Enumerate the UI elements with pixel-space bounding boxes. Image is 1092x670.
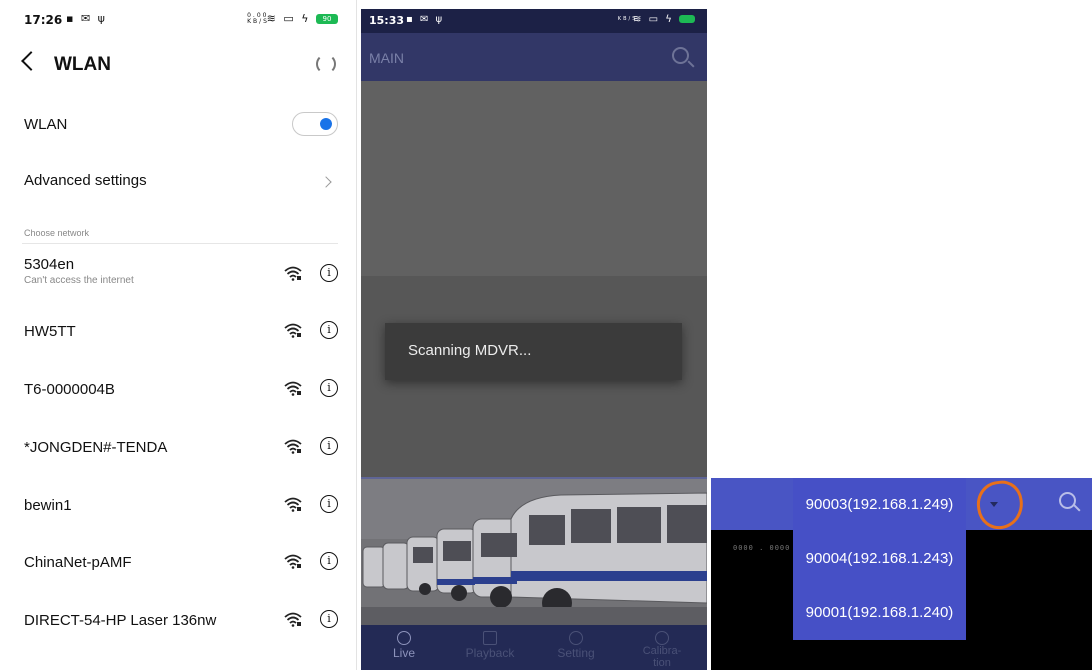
advanced-settings-label: Advanced settings [24, 172, 147, 189]
network-row[interactable]: 5304en Can't access the internet i [0, 254, 356, 312]
app-bar-title: MAIN [369, 50, 404, 66]
status-time: 17:26 [24, 13, 63, 27]
section-header: Choose network [24, 228, 90, 238]
system-icons: 0.00 KB/S ≋ ▭ ϟ 90 [247, 12, 338, 25]
network-name: *JONGDEN#-TENDA [24, 439, 168, 456]
search-icon[interactable] [1059, 492, 1076, 509]
nav-setting[interactable]: Setting [533, 625, 619, 670]
nav-playback[interactable]: Playback [447, 625, 533, 670]
battery-icon: 90 [316, 14, 338, 24]
network-name: bewin1 [24, 497, 72, 514]
battery-icon [679, 15, 695, 23]
device-option[interactable]: 90003(192.168.1.249) [793, 478, 966, 532]
wifi-signal-icon [284, 381, 302, 399]
info-icon[interactable]: i [320, 610, 338, 628]
background-text: 0000 . 0000 . [733, 544, 801, 552]
target-icon [655, 631, 669, 645]
wifi-status-icon: ≋ [632, 14, 644, 25]
charging-icon: ϟ [301, 12, 311, 25]
network-row[interactable]: HW5TT i [0, 311, 356, 369]
image-icon [483, 631, 497, 645]
bus-illustration [361, 479, 707, 625]
network-row[interactable]: DIRECT-54-HP Laser 136nw i [0, 600, 356, 658]
scanning-dialog: Scanning MDVR... [385, 323, 682, 380]
advanced-settings-row[interactable]: Advanced settings [0, 162, 356, 200]
charging-icon: ϟ [665, 14, 674, 25]
nav-calibration-label: Calibra- tion [642, 645, 682, 669]
info-icon[interactable]: i [320, 552, 338, 570]
wifi-signal-icon [284, 266, 302, 284]
status-bar: 17:26 ▪ ✉ ψ 0.00 KB/S ≋ ▭ ϟ 90 [0, 0, 356, 40]
wifi-signal-icon [284, 323, 302, 341]
network-row[interactable]: ChinaNet-pAMF i [0, 542, 356, 600]
network-speed: KB/S [617, 15, 638, 22]
wifi-signal-icon [284, 554, 302, 572]
wlan-toggle-switch[interactable] [292, 112, 338, 136]
wifi-signal-icon [284, 497, 302, 515]
screen-icon: ▭ [283, 12, 296, 25]
system-icons: KB/S ≋ ▭ ϟ [618, 14, 695, 25]
info-icon[interactable]: i [320, 264, 338, 282]
wlan-toggle-row[interactable]: WLAN [0, 106, 356, 144]
network-row[interactable]: bewin1 i [0, 485, 356, 543]
network-status: Can't access the internet [24, 275, 134, 286]
header: WLAN [0, 48, 356, 84]
app-bar: MAIN [361, 33, 707, 81]
info-icon[interactable]: i [320, 495, 338, 513]
notification-icons: ▪ ✉ ψ [66, 12, 107, 25]
main-screen: 15:33 ▪ ✉ ψ KB/S ≋ ▭ ϟ MAIN Live Playbac… [361, 9, 707, 670]
wifi-signal-icon [284, 439, 302, 457]
wifi-signal-icon [284, 612, 302, 630]
bottom-navigation: Live Playback Setting Calibra- tion [361, 625, 707, 670]
info-icon[interactable]: i [320, 321, 338, 339]
device-option[interactable]: 90004(192.168.1.243) [793, 532, 966, 586]
nav-live-label: Live [392, 646, 415, 660]
chevron-right-icon [320, 176, 332, 188]
nav-live[interactable]: Live [361, 625, 447, 670]
device-dropdown-list[interactable]: 90003(192.168.1.249) 90004(192.168.1.243… [793, 478, 966, 640]
network-name: 5304en [24, 256, 75, 273]
network-name: T6-0000004B [24, 381, 115, 398]
scanning-message: Scanning MDVR... [408, 342, 532, 359]
divider [22, 243, 338, 244]
gear-icon [569, 631, 583, 645]
network-name: ChinaNet-pAMF [24, 554, 132, 571]
back-arrow-icon[interactable] [21, 51, 41, 71]
screen-icon: ▭ [648, 14, 661, 25]
info-icon[interactable]: i [320, 437, 338, 455]
wifi-status-icon: ≋ [266, 12, 278, 25]
wlan-toggle-label: WLAN [24, 116, 68, 133]
network-name: DIRECT-54-HP Laser 136nw [24, 612, 217, 629]
network-speed: 0.00 KB/S [247, 12, 269, 25]
toggle-knob [320, 118, 332, 130]
search-icon[interactable] [672, 47, 689, 64]
network-row[interactable]: *JONGDEN#-TENDA i [0, 427, 356, 485]
network-row[interactable]: T6-0000004B i [0, 369, 356, 427]
bus-fleet-image [361, 479, 707, 625]
nav-playback-label: Playback [465, 646, 515, 660]
device-selector-crop: 0000 . 0000 . 90003(192.168.1.249) 90004… [711, 478, 1092, 670]
page-title: WLAN [54, 54, 111, 75]
device-option[interactable]: 90001(192.168.1.240) [793, 586, 966, 640]
nav-calibration[interactable]: Calibra- tion [619, 625, 705, 670]
status-time: 15:33 [369, 14, 405, 27]
info-icon[interactable]: i [320, 379, 338, 397]
camera-icon [397, 631, 411, 645]
status-bar: 15:33 ▪ ✉ ψ KB/S ≋ ▭ ϟ [361, 9, 707, 33]
nav-setting-label: Setting [557, 646, 595, 660]
network-name: HW5TT [24, 323, 76, 340]
notification-icons: ▪ ✉ ψ [406, 14, 445, 25]
refresh-icon[interactable] [316, 54, 336, 74]
video-area-top [361, 81, 707, 276]
wlan-settings-screen: 17:26 ▪ ✉ ψ 0.00 KB/S ≋ ▭ ϟ 90 WLAN WLAN… [0, 0, 357, 670]
